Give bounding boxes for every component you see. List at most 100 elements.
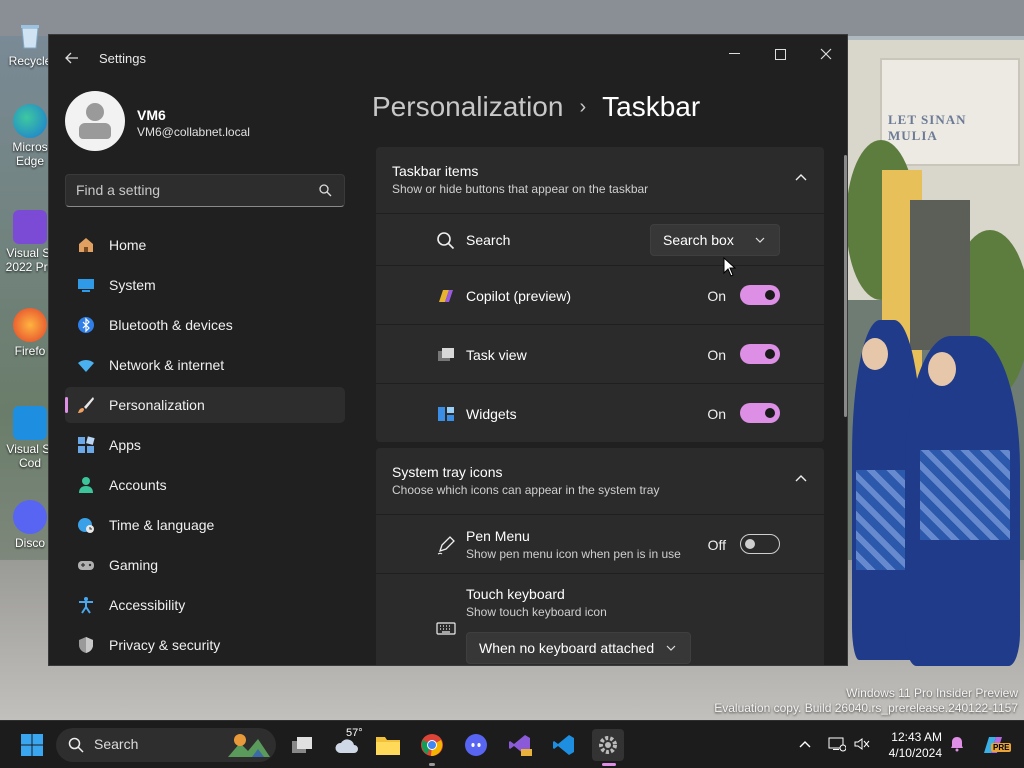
avatar[interactable]: [65, 91, 125, 151]
network-tray-icon[interactable]: [828, 735, 846, 753]
sidebar-item-bluetooth[interactable]: Bluetooth & devices: [65, 307, 345, 343]
bell-icon: [951, 737, 963, 752]
app-title: Settings: [99, 51, 146, 66]
sidebar-item-label: Network & internet: [109, 357, 225, 373]
notification-button[interactable]: [948, 735, 966, 753]
sidebar-item-label: Apps: [109, 437, 141, 453]
watermark-line-2: Evaluation copy. Build 26040.rs_prerelea…: [714, 701, 1018, 715]
search-icon: [437, 232, 455, 250]
discord-button[interactable]: [460, 729, 492, 761]
show-hidden-icons-button[interactable]: [796, 735, 814, 753]
weather-widget[interactable]: 57°: [330, 727, 364, 761]
chevron-up-icon: [799, 741, 811, 748]
pen-icon: [437, 536, 455, 555]
volume-muted-icon: [854, 738, 870, 750]
discord-icon: [13, 500, 47, 534]
task-view-setting-row: Task view On: [376, 324, 824, 383]
close-button[interactable]: [803, 39, 847, 69]
keyboard-icon: [436, 622, 456, 635]
sidebar-item-personalization[interactable]: Personalization: [65, 387, 345, 423]
vscode-button[interactable]: [548, 729, 580, 761]
firefox-icon: [13, 308, 47, 342]
sidebar-item-label: System: [109, 277, 156, 293]
chevron-up-icon: [795, 475, 807, 482]
touch-keyboard-dropdown[interactable]: When no keyboard attached: [466, 632, 691, 664]
volume-tray-icon[interactable]: [853, 735, 871, 753]
taskbar-search[interactable]: [56, 728, 276, 762]
search-setting-row: Search Search box: [376, 213, 824, 265]
sidebar-item-time-language[interactable]: Time & language: [65, 507, 345, 543]
sidebar-item-apps[interactable]: Apps: [65, 427, 345, 463]
taskbar-items-header[interactable]: Taskbar items Show or hide buttons that …: [376, 147, 824, 213]
breadcrumb-parent[interactable]: Personalization: [372, 91, 563, 123]
taskbar-items-subtitle: Show or hide buttons that appear on the …: [392, 182, 649, 196]
search-mode-dropdown[interactable]: Search box: [650, 224, 780, 256]
settings-active-indicator: [602, 763, 616, 766]
taskbar-clock[interactable]: 12:43 AM 4/10/2024: [876, 729, 942, 761]
find-setting-search[interactable]: [65, 174, 345, 207]
copilot-taskbar-button[interactable]: PRE: [980, 732, 1012, 756]
chrome-running-indicator: [429, 763, 435, 766]
sidebar-item-privacy[interactable]: Privacy & security: [65, 627, 345, 663]
widgets-toggle[interactable]: [740, 403, 780, 423]
bluetooth-icon: [78, 317, 94, 333]
search-highlight-icon: [228, 734, 270, 757]
task-view-toggle[interactable]: [740, 344, 780, 364]
accessibility-icon: [79, 597, 93, 614]
system-tray-header[interactable]: System tray icons Choose which icons can…: [376, 448, 824, 514]
back-button[interactable]: [61, 47, 83, 69]
sidebar-item-accessibility[interactable]: Accessibility: [65, 587, 345, 623]
task-view-button[interactable]: [286, 729, 318, 761]
start-button[interactable]: [16, 729, 48, 761]
sidebar-item-system[interactable]: System: [65, 267, 345, 303]
vscode-icon: [13, 406, 47, 440]
sidebar-item-home[interactable]: Home: [65, 227, 345, 263]
task-view-state: On: [707, 347, 726, 363]
sidebar-item-label: Time & language: [109, 517, 215, 533]
search-icon: [68, 737, 84, 753]
gear-icon: [599, 736, 617, 754]
task-view-icon: [438, 348, 454, 361]
shield-icon: [79, 637, 93, 653]
profile-email: VM6@collabnet.local: [137, 125, 250, 139]
settings-taskbar-button[interactable]: [592, 729, 624, 761]
visual-studio-icon: [13, 210, 47, 244]
weather-temperature: 57°: [346, 727, 363, 739]
search-input[interactable]: [76, 182, 306, 198]
clock-time: 12:43 AM: [891, 730, 942, 744]
discord-icon: [465, 734, 487, 756]
task-view-label: Task view: [466, 347, 527, 363]
system-tray-title: System tray icons: [392, 464, 503, 480]
chrome-icon: [421, 734, 443, 757]
file-explorer-button[interactable]: [372, 729, 404, 761]
copilot-toggle[interactable]: [740, 285, 780, 305]
visual-studio-button[interactable]: [504, 729, 536, 761]
system-tray-subtitle: Choose which icons can appear in the sys…: [392, 483, 660, 497]
wifi-icon: [78, 359, 94, 372]
network-icon: [828, 737, 846, 752]
chrome-button[interactable]: [416, 729, 448, 761]
profile-name: VM6: [137, 107, 166, 123]
copilot-icon: [439, 290, 453, 302]
taskbar: 57° 12:43 AM 4/10/2024 PRE: [0, 720, 1024, 768]
settings-window: Settings VM6 VM6@collabnet.local Home Sy…: [48, 34, 848, 666]
taskbar-search-input[interactable]: [94, 736, 214, 752]
widgets-setting-row: Widgets On: [376, 383, 824, 442]
sidebar-item-accounts[interactable]: Accounts: [65, 467, 345, 503]
maximize-icon: [774, 48, 786, 60]
chevron-down-icon: [666, 645, 676, 651]
home-icon: [79, 238, 93, 252]
pen-menu-toggle[interactable]: [740, 534, 780, 554]
minimize-button[interactable]: [711, 39, 757, 69]
task-view-icon: [292, 737, 312, 753]
copilot-setting-row: Copilot (preview) On: [376, 265, 824, 324]
touch-keyboard-description: Show touch keyboard icon: [466, 605, 607, 619]
sidebar-item-gaming[interactable]: Gaming: [65, 547, 345, 583]
taskbar-items-title: Taskbar items: [392, 163, 479, 179]
maximize-button[interactable]: [757, 39, 803, 69]
widgets-label: Widgets: [466, 406, 517, 422]
close-icon: [820, 48, 832, 60]
visual-studio-icon: [509, 735, 532, 756]
scrollbar[interactable]: [844, 155, 847, 417]
sidebar-item-network[interactable]: Network & internet: [65, 347, 345, 383]
